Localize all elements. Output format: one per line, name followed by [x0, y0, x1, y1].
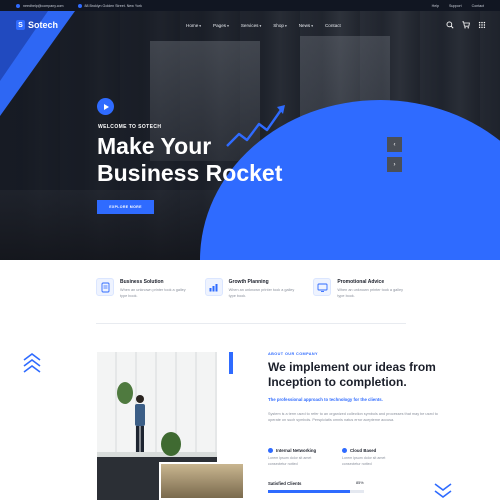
nav-icons [446, 11, 486, 39]
address-text: 88 Broklyn Golden Street. New York [84, 3, 142, 8]
accent-bar [229, 352, 233, 374]
play-icon [103, 103, 109, 110]
about-checklist: Internal Networking Lorem ipsum dolor si… [268, 448, 458, 467]
chevron-down-icon: ▾ [227, 23, 229, 28]
progress-label: Satisfied Clients [268, 481, 302, 486]
check-icon [342, 448, 347, 453]
check-icon [268, 448, 273, 453]
site-logo[interactable]: S Sotech [16, 20, 58, 30]
nav-label: Home [186, 22, 199, 28]
nav-label: Contact [324, 22, 341, 28]
about-title: We implement our ideas from Inception to… [268, 360, 436, 389]
top-link-support[interactable]: Support [449, 4, 462, 8]
progress-value: 85% [356, 481, 364, 485]
nav-item-news[interactable]: News▾ [299, 23, 313, 28]
growth-arrow-icon [226, 105, 285, 147]
features-row: Business Solution When an unknown printe… [96, 278, 406, 306]
nav-item-services[interactable]: Services▾ [241, 23, 261, 28]
nav-item-home[interactable]: Home▾ [186, 23, 201, 28]
feature-title: Promotional Advice [337, 279, 385, 285]
address-info: 88 Broklyn Golden Street. New York [77, 3, 142, 8]
photo-wall [97, 352, 217, 452]
hero-kicker: WELCOME TO SOTECH [98, 124, 162, 130]
check-item: Internal Networking Lorem ipsum dolor si… [268, 448, 330, 467]
cart-icon[interactable] [462, 21, 470, 29]
feature-title: Growth Planning [228, 279, 269, 285]
slider-prev-button[interactable]: ‹ [387, 137, 402, 152]
email-text[interactable]: needhelp@company.com [23, 4, 64, 8]
nav-item-pages[interactable]: Pages▾ [213, 23, 229, 28]
email-icon [16, 3, 20, 8]
main-navigation: S Sotech Home▾ Pages▾ Services▾ Shop▾ Ne… [0, 11, 500, 39]
about-inset-photo [159, 462, 245, 500]
top-link-help[interactable]: Help [432, 4, 439, 8]
check-title: Cloud Based [350, 448, 377, 453]
logo-mark: S [16, 20, 25, 30]
photo-plant [161, 432, 181, 456]
search-icon[interactable] [446, 21, 454, 29]
feature-text: When an unknown printer took a galley ty… [120, 288, 186, 298]
chevron-down-icon: ▾ [311, 23, 313, 28]
check-text: Lorem ipsum dolor sit amet consectetur n… [342, 456, 386, 466]
play-video-button[interactable] [97, 98, 114, 115]
hero-section: WELCOME TO SOTECH Make Your Business Roc… [0, 11, 500, 260]
section-divider [96, 323, 406, 324]
chevron-left-icon: ‹ [393, 141, 396, 148]
nav-label: Shop [273, 22, 284, 28]
feature-card-promotional-advice[interactable]: Promotional Advice When an unknown print… [313, 278, 406, 306]
top-info-bar: needhelp@company.com 88 Broklyn Golden S… [0, 0, 500, 11]
growth-planning-icon [204, 278, 223, 296]
progress-fill [268, 490, 350, 493]
slider-next-button[interactable]: › [387, 157, 402, 172]
nav-label: News [298, 22, 311, 28]
about-subtitle: The professional approach to technology … [268, 397, 383, 402]
email-info[interactable]: needhelp@company.com [16, 3, 64, 8]
business-solution-icon [96, 278, 114, 296]
photo-person [135, 395, 145, 452]
about-paragraph: System is a term used to refer to an org… [268, 412, 438, 422]
check-item: Cloud Based Lorem ipsum dolor sit amet c… [342, 448, 404, 467]
progress-track [268, 490, 364, 493]
nav-menu: Home▾ Pages▾ Services▾ Shop▾ News▾ Conta… [186, 11, 341, 39]
promotional-advice-icon [313, 278, 332, 296]
chevrons-up-decoration-icon [23, 353, 41, 373]
nav-label: Pages [213, 22, 227, 28]
logo-text: Sotech [28, 20, 59, 30]
chevron-right-icon: › [393, 161, 396, 168]
menu-grid-icon[interactable] [478, 21, 486, 29]
check-title: Internal Networking [276, 448, 317, 453]
chevrons-down-decoration-icon [434, 483, 452, 498]
explore-more-button[interactable]: EXPLORE MORE [97, 200, 154, 214]
location-icon [77, 3, 82, 8]
check-text: Lorem ipsum dolor sit amet consectetur n… [268, 456, 312, 466]
chevron-down-icon: ▾ [284, 23, 287, 28]
chevron-down-icon: ▾ [259, 23, 262, 28]
feature-title: Business Solution [120, 279, 164, 285]
top-link-contact[interactable]: Contact [472, 4, 484, 8]
nav-item-shop[interactable]: Shop▾ [273, 23, 287, 28]
chevron-down-icon: ▾ [199, 23, 202, 28]
photo-plant [117, 382, 133, 404]
feature-text: When an unknown printer took a galley ty… [228, 288, 295, 298]
feature-card-growth-planning[interactable]: Growth Planning When an unknown printer … [204, 278, 298, 306]
feature-card-business-solution[interactable]: Business Solution When an unknown printe… [96, 278, 189, 306]
nav-label: Services [240, 22, 259, 28]
about-kicker: ABOUT OUR COMPANY [268, 352, 318, 356]
nav-item-contact[interactable]: Contact [325, 23, 341, 28]
feature-text: When an unknown printer took a galley ty… [337, 288, 403, 298]
